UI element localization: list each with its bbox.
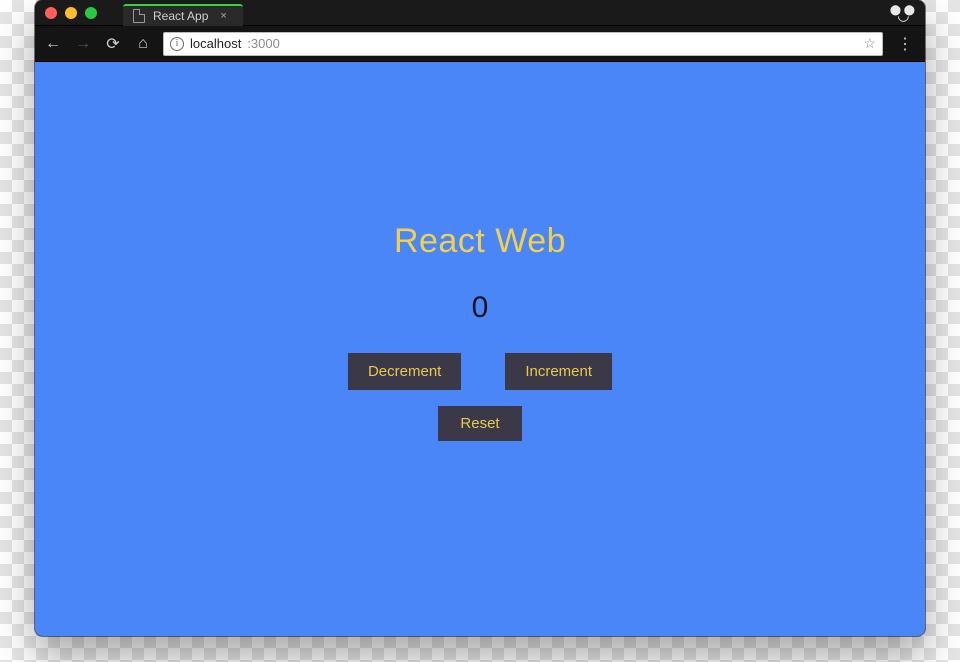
page-title: React Web (394, 222, 566, 261)
star-icon[interactable]: ☆ (863, 35, 876, 52)
home-icon[interactable]: ⌂ (133, 35, 153, 53)
url-port: :3000 (247, 36, 280, 51)
titlebar: React App × ⬤ ⬤ ◡ (35, 0, 925, 26)
address-bar[interactable]: i localhost :3000 ☆ (163, 32, 883, 56)
browser-tab[interactable]: React App × (123, 4, 243, 26)
window-minimize-button[interactable] (65, 7, 77, 19)
button-row: Decrement Increment (348, 353, 612, 390)
info-icon[interactable]: i (170, 37, 184, 51)
increment-button[interactable]: Increment (505, 353, 612, 390)
incognito-icon: ⬤ ⬤ ◡ (890, 8, 915, 18)
reload-icon[interactable]: ⟳ (103, 34, 123, 54)
reset-button[interactable]: Reset (438, 406, 521, 441)
menu-icon[interactable]: ⋮ (893, 34, 917, 54)
toolbar: ← → ⟳ ⌂ i localhost :3000 ☆ ⋮ (35, 26, 925, 62)
forward-icon: → (73, 35, 93, 53)
window-close-button[interactable] (45, 7, 57, 19)
window-zoom-button[interactable] (85, 7, 97, 19)
page-content: React Web 0 Decrement Increment Reset (35, 62, 925, 636)
close-icon[interactable]: × (220, 10, 226, 22)
decrement-button[interactable]: Decrement (348, 353, 461, 390)
traffic-lights (45, 7, 97, 19)
counter-value: 0 (472, 291, 489, 325)
tab-title: React App (153, 9, 208, 23)
back-icon[interactable]: ← (43, 35, 63, 53)
url-host: localhost (190, 36, 241, 51)
browser-window: React App × ⬤ ⬤ ◡ ← → ⟳ ⌂ i localhost :30… (35, 0, 925, 636)
document-icon (133, 9, 145, 23)
button-row-2: Reset (438, 406, 521, 441)
